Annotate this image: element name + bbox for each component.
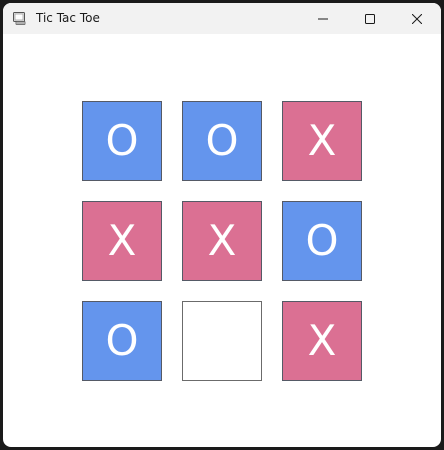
board-cell[interactable] [182, 301, 262, 381]
minimize-button[interactable] [300, 3, 346, 34]
board-cell[interactable]: X [182, 201, 262, 281]
title-bar[interactable]: Tic Tac Toe [3, 3, 441, 34]
board-cell[interactable]: O [82, 301, 162, 381]
app-window: Tic Tac Toe O O X X X O O X [3, 3, 441, 447]
maximize-button[interactable] [347, 3, 393, 34]
tictactoe-app-icon [13, 12, 26, 25]
board-cell[interactable]: O [82, 101, 162, 181]
minimize-icon [318, 18, 328, 19]
board-cell[interactable]: X [82, 201, 162, 281]
window-title: Tic Tac Toe [36, 11, 100, 25]
board-cell[interactable]: X [282, 101, 362, 181]
close-icon [412, 13, 422, 24]
board-cell[interactable]: O [182, 101, 262, 181]
maximize-icon [365, 13, 375, 24]
game-board: O O X X X O O X [82, 101, 362, 381]
board-cell[interactable]: O [282, 201, 362, 281]
close-button[interactable] [394, 3, 440, 34]
board-cell[interactable]: X [282, 301, 362, 381]
